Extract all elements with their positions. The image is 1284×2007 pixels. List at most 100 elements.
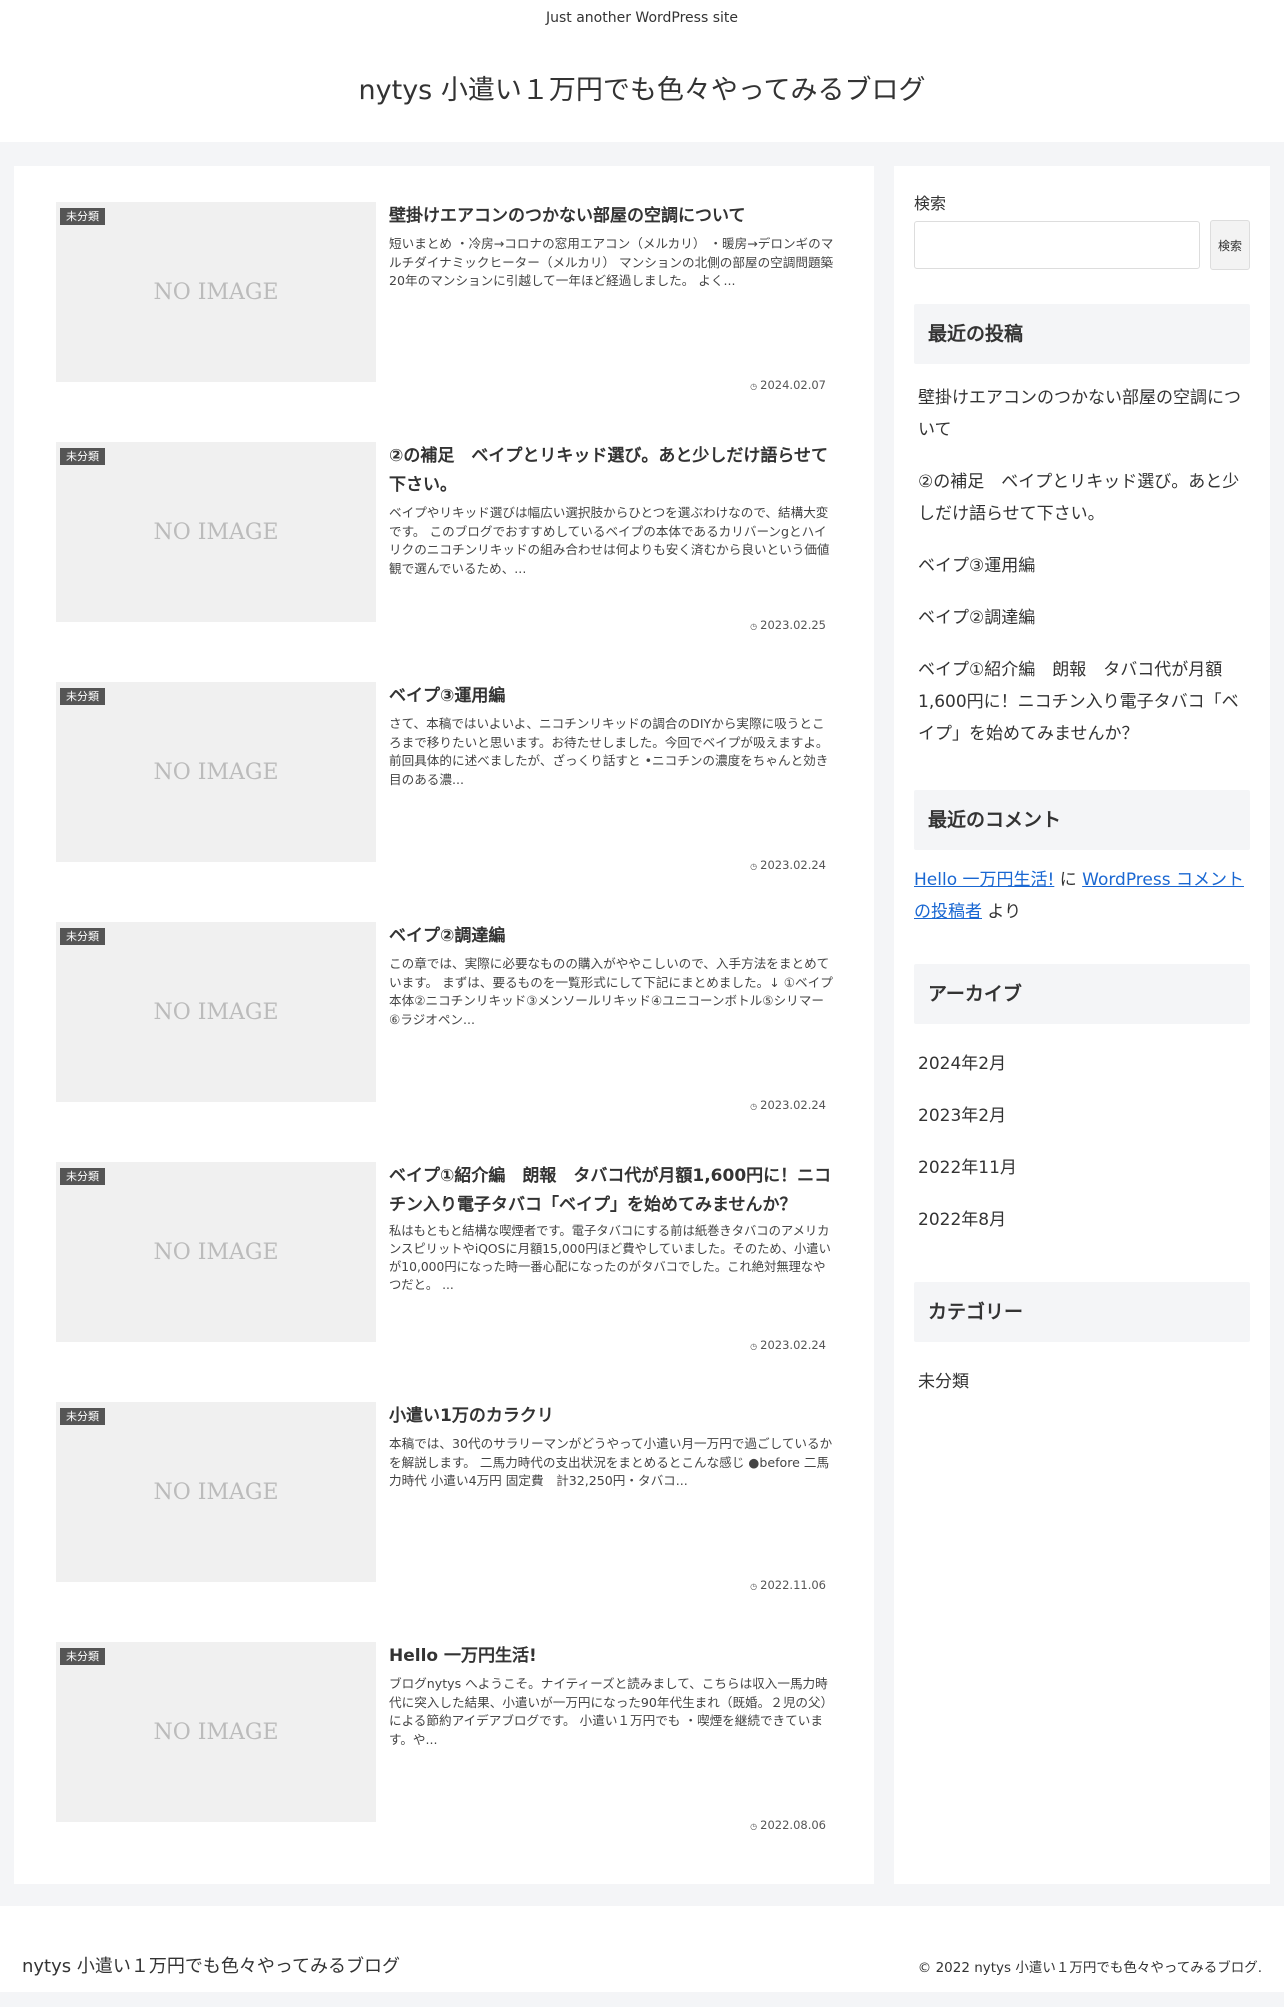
recent-comments-heading: 最近のコメント: [914, 790, 1250, 850]
post-card[interactable]: NO IMAGE 未分類 ベイプ②調達編 この章では、実際に必要なものの購入がや…: [56, 922, 835, 1122]
site-footer: nytys 小遣い１万円でも色々やってみるブログ © 2022 nytys 小遣…: [0, 1906, 1284, 1992]
thumbnail-placeholder-text: NO IMAGE: [153, 279, 279, 305]
post-date: ◷ 2023.02.25: [750, 618, 826, 632]
thumbnail-placeholder-text: NO IMAGE: [153, 1479, 279, 1505]
comment-post-link[interactable]: Hello 一万円生活!: [914, 870, 1054, 890]
recent-post-item[interactable]: ベイプ①紹介編 朗報 タバコ代が月額1,600円に！ニコチン入り電子タバコ「ベイ…: [914, 654, 1250, 750]
search-label: 検索: [914, 194, 947, 213]
comment-connector-ni: に: [1059, 870, 1077, 890]
post-list: NO IMAGE 未分類 壁掛けエアコンのつかない部屋の空調について 短いまとめ…: [14, 166, 874, 1884]
post-card[interactable]: NO IMAGE 未分類 壁掛けエアコンのつかない部屋の空調について 短いまとめ…: [56, 202, 835, 402]
archive-item[interactable]: 2024年2月: [914, 1048, 1250, 1080]
post-date-text: 2023.02.25: [760, 618, 826, 632]
category-link[interactable]: 未分類: [918, 1372, 969, 1392]
archive-item[interactable]: 2022年11月: [914, 1152, 1250, 1184]
post-title[interactable]: 小遣い1万のカラクリ: [389, 1402, 835, 1431]
clock-icon: ◷: [750, 1582, 758, 1591]
post-snippet: 本稿では、30代のサラリーマンがどうやって小遣い月一万円で過ごしているかを解説し…: [389, 1436, 833, 1488]
post-thumbnail: NO IMAGE 未分類: [56, 442, 376, 622]
copyright-text: © 2022 nytys 小遣い１万円でも色々やってみるブログ.: [917, 1960, 1262, 1976]
post-date: ◷ 2022.08.06: [750, 1818, 826, 1832]
post-title[interactable]: ベイプ②調達編: [389, 922, 835, 951]
site-header: Just another WordPress site nytys 小遣い１万円…: [0, 0, 1284, 142]
post-title[interactable]: 壁掛けエアコンのつかない部屋の空調について: [389, 202, 835, 231]
footer-site-title[interactable]: nytys 小遣い１万円でも色々やってみるブログ: [22, 1952, 400, 1978]
post-date-text: 2023.02.24: [760, 1338, 826, 1352]
post-snippet: 短いまとめ ・冷房→コロナの窓用エアコン（メルカリ） ・暖房→デロンギのマルチダ…: [389, 236, 834, 288]
post-snippet: さて、本稿ではいよいよ、ニコチンリキッドの調合のDIYから実際に吸うところまで移…: [389, 716, 829, 787]
post-date: ◷ 2023.02.24: [750, 1098, 826, 1112]
recent-posts-heading: 最近の投稿: [914, 304, 1250, 364]
post-date-text: 2022.08.06: [760, 1818, 826, 1832]
recent-post-item[interactable]: 壁掛けエアコンのつかない部屋の空調について: [914, 382, 1250, 446]
categories-heading: カテゴリー: [914, 1282, 1250, 1342]
search-input[interactable]: [914, 221, 1200, 269]
category-badge: 未分類: [60, 1648, 105, 1665]
post-card[interactable]: NO IMAGE 未分類 Hello 一万円生活! ブログnytys へようこそ…: [56, 1642, 835, 1842]
category-badge: 未分類: [60, 208, 105, 225]
clock-icon: ◷: [750, 382, 758, 391]
thumbnail-placeholder-text: NO IMAGE: [153, 1239, 279, 1265]
post-thumbnail: NO IMAGE 未分類: [56, 202, 376, 382]
post-thumbnail: NO IMAGE 未分類: [56, 682, 376, 862]
recent-posts-widget: 最近の投稿 壁掛けエアコンのつかない部屋の空調について ②の補足 ベイプとリキッ…: [914, 304, 1250, 750]
site-title-link[interactable]: nytys 小遣い１万円でも色々やってみるブログ: [0, 68, 1284, 107]
post-card[interactable]: NO IMAGE 未分類 ベイプ③運用編 さて、本稿ではいよいよ、ニコチンリキッ…: [56, 682, 832, 882]
category-item[interactable]: 未分類: [914, 1366, 1250, 1398]
post-card[interactable]: NO IMAGE 未分類 ベイプ①紹介編 朗報 タバコ代が月額1,600円に！ニ…: [56, 1162, 832, 1362]
recent-post-link[interactable]: 壁掛けエアコンのつかない部屋の空調について: [918, 388, 1241, 440]
recent-post-link[interactable]: ②の補足 ベイプとリキッド選び。あと少しだけ語らせて下さい。: [918, 472, 1239, 524]
post-snippet: この章では、実際に必要なものの購入がややこしいので、入手方法をまとめています。 …: [389, 956, 833, 1027]
recent-post-item[interactable]: ベイプ③運用編: [914, 550, 1250, 582]
post-snippet: ベイプやリキッド選びは幅広い選択肢からひとつを選ぶわけなので、結構大変です。 こ…: [389, 505, 830, 576]
thumbnail-placeholder-text: NO IMAGE: [153, 519, 279, 545]
post-card[interactable]: NO IMAGE 未分類 ②の補足 ベイプとリキッド選び。あと少しだけ語らせて下…: [56, 442, 832, 642]
post-date-text: 2023.02.24: [760, 858, 826, 872]
archive-link[interactable]: 2022年8月: [918, 1210, 1006, 1230]
search-button[interactable]: 検索: [1210, 220, 1250, 270]
clock-icon: ◷: [750, 862, 758, 871]
recent-post-link[interactable]: ベイプ②調達編: [918, 608, 1035, 628]
clock-icon: ◷: [750, 1342, 758, 1351]
post-date: ◷ 2023.02.24: [750, 1338, 826, 1352]
clock-icon: ◷: [750, 1822, 758, 1831]
sidebar: 検索 検索 最近の投稿 壁掛けエアコンのつかない部屋の空調について ②の補足 ベ…: [894, 166, 1270, 1884]
search-widget: 検索 検索: [914, 190, 1250, 270]
recent-post-link[interactable]: ベイプ③運用編: [918, 556, 1035, 576]
post-thumbnail: NO IMAGE 未分類: [56, 1642, 376, 1822]
archive-link[interactable]: 2024年2月: [918, 1054, 1006, 1074]
post-date-text: 2023.02.24: [760, 1098, 826, 1112]
archive-link[interactable]: 2022年11月: [918, 1158, 1017, 1178]
thumbnail-placeholder-text: NO IMAGE: [153, 759, 279, 785]
post-title[interactable]: ②の補足 ベイプとリキッド選び。あと少しだけ語らせて下さい。: [389, 442, 835, 500]
category-badge: 未分類: [60, 448, 105, 465]
recent-post-link[interactable]: ベイプ①紹介編 朗報 タバコ代が月額1,600円に！ニコチン入り電子タバコ「ベイ…: [918, 660, 1239, 744]
archive-item[interactable]: 2023年2月: [914, 1100, 1250, 1132]
clock-icon: ◷: [750, 622, 758, 631]
category-badge: 未分類: [60, 1408, 105, 1425]
recent-post-item[interactable]: ベイプ②調達編: [914, 602, 1250, 634]
post-thumbnail: NO IMAGE 未分類: [56, 1162, 376, 1342]
recent-comment: Hello 一万円生活! に WordPress コメントの投稿者 より: [914, 864, 1250, 928]
category-badge: 未分類: [60, 928, 105, 945]
post-thumbnail: NO IMAGE 未分類: [56, 922, 376, 1102]
post-title[interactable]: ベイプ③運用編: [389, 682, 835, 711]
thumbnail-placeholder-text: NO IMAGE: [153, 1719, 279, 1745]
categories-widget: カテゴリー 未分類: [914, 1282, 1250, 1398]
recent-post-item[interactable]: ②の補足 ベイプとリキッド選び。あと少しだけ語らせて下さい。: [914, 466, 1250, 530]
post-card[interactable]: NO IMAGE 未分類 小遣い1万のカラクリ 本稿では、30代のサラリーマンが…: [56, 1402, 832, 1602]
site-tagline: Just another WordPress site: [545, 10, 738, 26]
archive-link[interactable]: 2023年2月: [918, 1106, 1006, 1126]
archives-widget: アーカイブ 2024年2月 2023年2月 2022年11月 2022年8月: [914, 964, 1250, 1236]
category-badge: 未分類: [60, 688, 105, 705]
archives-heading: アーカイブ: [914, 964, 1250, 1024]
post-title[interactable]: ベイプ①紹介編 朗報 タバコ代が月額1,600円に！ニコチン入り電子タバコ「ベイ…: [389, 1162, 835, 1220]
category-badge: 未分類: [60, 1168, 105, 1185]
post-date: ◷ 2023.02.24: [750, 858, 826, 872]
recent-comments-widget: 最近のコメント Hello 一万円生活! に WordPress コメントの投稿…: [914, 790, 1250, 928]
post-snippet: ブログnytys へようこそ。ナイティーズと読みまして、こちらは収入一馬力時代に…: [389, 1676, 834, 1747]
archive-item[interactable]: 2022年8月: [914, 1204, 1250, 1236]
post-date-text: 2024.02.07: [760, 378, 826, 392]
clock-icon: ◷: [750, 1102, 758, 1111]
post-title[interactable]: Hello 一万円生活!: [389, 1642, 835, 1671]
